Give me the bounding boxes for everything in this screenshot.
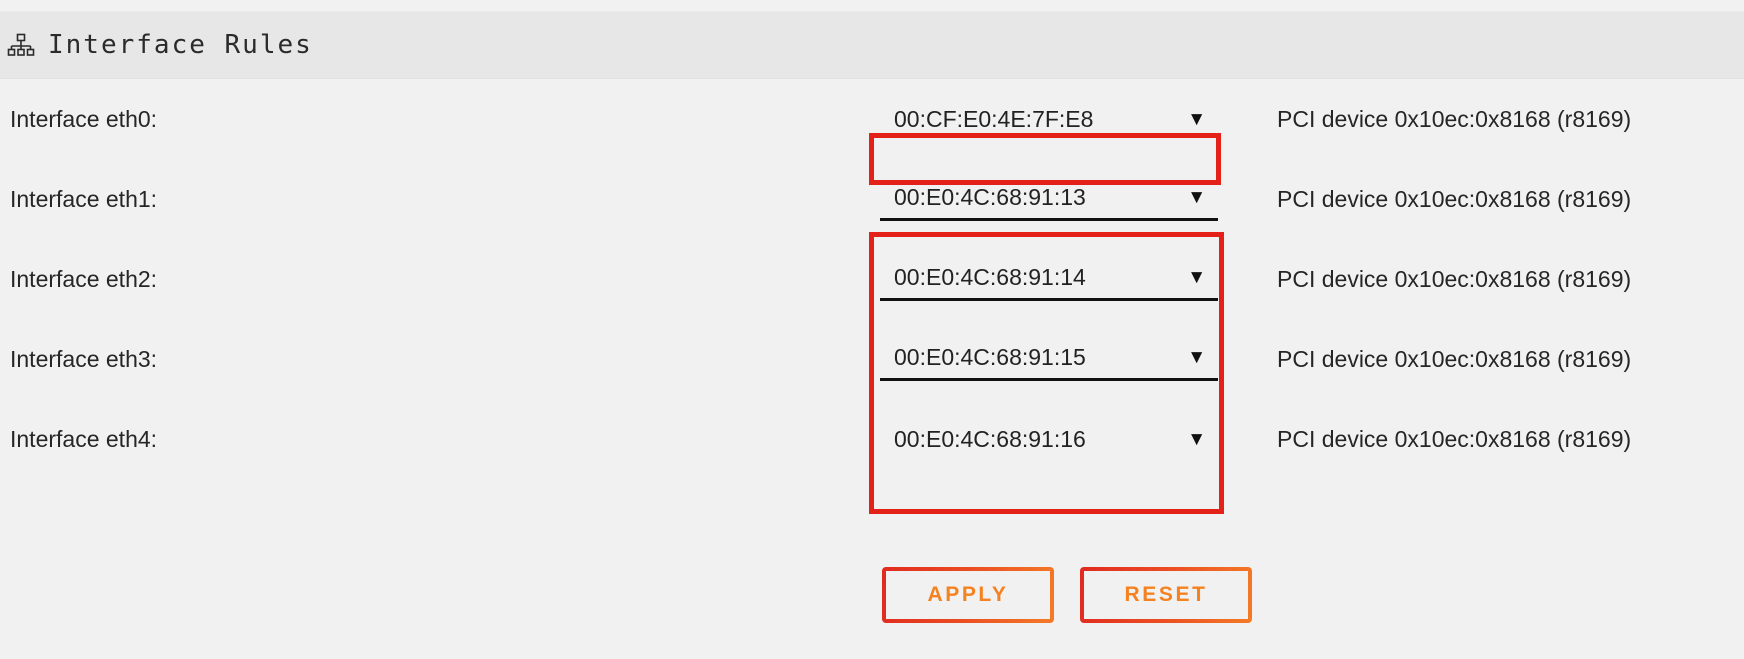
mac-select-eth3[interactable]: 00:E0:4C:68:91:15 ▼ [880,337,1218,381]
interface-row: Interface eth0: 00:CF:E0:4E:7F:E8 ▼ PCI … [0,79,1744,159]
reset-button[interactable]: RESET [1080,567,1252,623]
mac-select-value-eth1: 00:E0:4C:68:91:13 [894,184,1086,210]
mac-select-wrap-eth1: 00:E0:4C:68:91:13 ▼ [880,159,1220,239]
chevron-down-icon: ▼ [1187,187,1206,208]
apply-button[interactable]: APPLY [882,567,1054,623]
interface-label-eth1: Interface eth1: [10,186,158,212]
mac-select-eth2[interactable]: 00:E0:4C:68:91:14 ▼ [880,257,1218,301]
chevron-down-icon: ▼ [1187,267,1206,288]
reset-button-label: RESET [1124,583,1208,606]
interface-label-eth3: Interface eth3: [10,346,158,372]
mac-select-eth0[interactable]: 00:CF:E0:4E:7F:E8 ▼ [880,97,1218,141]
interface-label-eth0: Interface eth0: [10,106,158,132]
mac-select-value-eth4: 00:E0:4C:68:91:16 [894,425,1086,452]
interface-rules-page: Interface Rules Interface eth0: 00:CF:E0… [0,0,1744,659]
chevron-down-icon: ▼ [1187,428,1206,450]
interface-row: Interface eth2: 00:E0:4C:68:91:14 ▼ PCI … [0,239,1744,319]
chevron-down-icon: ▼ [1187,108,1206,130]
interface-row: Interface eth4: 00:E0:4C:68:91:16 ▼ PCI … [0,399,1744,479]
pci-device-note-eth4: PCI device 0x10ec:0x8168 (r8169) [1277,426,1632,452]
mac-select-value-eth3: 00:E0:4C:68:91:15 [894,344,1086,370]
apply-button-label: APPLY [927,583,1009,606]
mac-select-wrap-eth4: 00:E0:4C:68:91:16 ▼ [880,399,1220,479]
interface-label-eth4: Interface eth4: [10,426,158,452]
pci-device-note-eth2: PCI device 0x10ec:0x8168 (r8169) [1277,266,1632,292]
mac-select-wrap-eth0: 00:CF:E0:4E:7F:E8 ▼ [880,79,1220,159]
sitemap-icon [4,28,38,62]
page-header: Interface Rules [0,11,1744,79]
mac-select-value-eth2: 00:E0:4C:68:91:14 [894,264,1086,290]
mac-select-value-eth0: 00:CF:E0:4E:7F:E8 [894,105,1094,132]
interface-rules-list: Interface eth0: 00:CF:E0:4E:7F:E8 ▼ PCI … [0,79,1744,479]
mac-select-wrap-eth2: 00:E0:4C:68:91:14 ▼ [880,239,1220,319]
mac-select-wrap-eth3: 00:E0:4C:68:91:15 ▼ [880,319,1220,399]
interface-label-eth2: Interface eth2: [10,266,158,292]
form-actions: APPLY RESET [882,567,1252,623]
pci-device-note-eth0: PCI device 0x10ec:0x8168 (r8169) [1277,106,1632,132]
pci-device-note-eth3: PCI device 0x10ec:0x8168 (r8169) [1277,346,1632,372]
interface-row: Interface eth3: 00:E0:4C:68:91:15 ▼ PCI … [0,319,1744,399]
mac-select-eth1[interactable]: 00:E0:4C:68:91:13 ▼ [880,177,1218,221]
pci-device-note-eth1: PCI device 0x10ec:0x8168 (r8169) [1277,186,1632,212]
interface-row: Interface eth1: 00:E0:4C:68:91:13 ▼ PCI … [0,159,1744,239]
mac-select-eth4[interactable]: 00:E0:4C:68:91:16 ▼ [880,417,1218,461]
chevron-down-icon: ▼ [1187,347,1206,368]
page-title: Interface Rules [48,30,313,60]
